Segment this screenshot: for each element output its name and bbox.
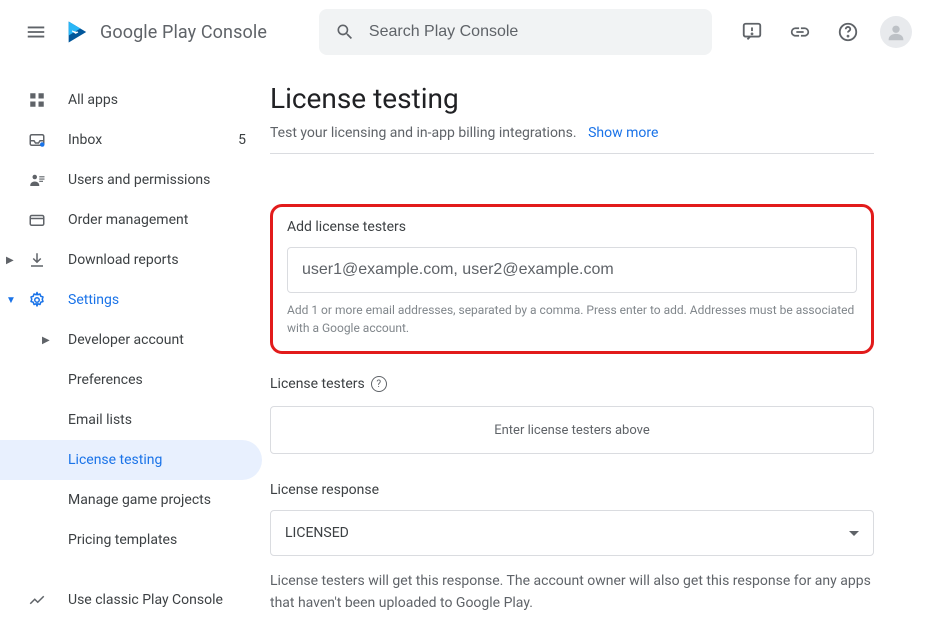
avatar-icon (880, 16, 912, 48)
license-response-label: License response (270, 482, 874, 498)
sidebar: All apps Inbox 5 Users and permissions O… (0, 64, 270, 620)
sidebar-item-label: Inbox (68, 132, 238, 148)
top-bar: Google Play Console (0, 0, 932, 64)
apps-icon (28, 91, 52, 109)
play-console-logo-icon (64, 18, 92, 46)
sidebar-sub-pricing-templates[interactable]: Pricing templates (0, 520, 270, 560)
sidebar-sub-label: Pricing templates (68, 532, 177, 548)
sidebar-sub-label: License testing (68, 452, 162, 468)
help-button[interactable] (828, 12, 868, 52)
sidebar-item-label: Use classic Play Console (68, 592, 254, 608)
sidebar-item-users[interactable]: Users and permissions (0, 160, 270, 200)
license-testers-label: License testers ? (270, 376, 874, 392)
sidebar-item-inbox[interactable]: Inbox 5 (0, 120, 270, 160)
search-icon (335, 21, 355, 43)
sidebar-item-classic[interactable]: Use classic Play Console (0, 580, 270, 620)
users-icon (28, 171, 52, 189)
sidebar-item-label: Settings (68, 292, 254, 308)
announcement-button[interactable] (732, 12, 772, 52)
page-description: Test your licensing and in-app billing i… (270, 125, 874, 141)
chevron-right-icon: ▶ (6, 255, 14, 266)
sidebar-item-settings[interactable]: ▼ Settings (0, 280, 270, 320)
page-title: License testing (270, 82, 874, 115)
announcement-icon (741, 21, 763, 43)
link-icon (789, 21, 811, 43)
logo[interactable]: Google Play Console (64, 18, 267, 46)
inbox-badge: 5 (238, 132, 246, 148)
logo-text: Google Play Console (100, 22, 267, 43)
credit-card-icon (28, 211, 52, 229)
add-testers-input[interactable] (287, 247, 857, 293)
sidebar-item-label: All apps (68, 92, 254, 108)
license-response-help: License testers will get this response. … (270, 570, 874, 615)
sidebar-item-label: Download reports (68, 252, 254, 268)
sidebar-sub-label: Preferences (68, 372, 143, 388)
top-actions (732, 12, 916, 52)
download-icon (28, 251, 52, 269)
sidebar-item-downloads[interactable]: ▶ Download reports (0, 240, 270, 280)
chevron-down-icon (849, 531, 859, 536)
help-icon (837, 21, 859, 43)
main-content: License testing Test your licensing and … (270, 64, 890, 620)
add-testers-label: Add license testers (287, 219, 857, 235)
sidebar-item-label: Order management (68, 212, 254, 228)
show-more-link[interactable]: Show more (588, 125, 658, 141)
sidebar-sub-preferences[interactable]: Preferences (0, 360, 270, 400)
inbox-icon (28, 131, 52, 149)
sidebar-item-orders[interactable]: Order management (0, 200, 270, 240)
gear-icon (28, 291, 52, 309)
sidebar-sub-label: Developer account (68, 332, 184, 348)
divider (270, 153, 874, 154)
chevron-down-icon: ▼ (6, 295, 16, 306)
link-button[interactable] (780, 12, 820, 52)
analytics-icon (28, 591, 52, 609)
search-bar[interactable] (319, 9, 712, 55)
add-testers-section: Add license testers Add 1 or more email … (270, 204, 874, 354)
sidebar-sub-label: Email lists (68, 412, 132, 428)
chevron-right-icon: ▶ (42, 335, 50, 346)
license-response-value: LICENSED (285, 525, 349, 541)
sidebar-sub-label: Manage game projects (68, 492, 211, 508)
menu-button[interactable] (16, 12, 56, 52)
sidebar-item-all-apps[interactable]: All apps (0, 80, 270, 120)
license-response-select[interactable]: LICENSED (270, 510, 874, 556)
sidebar-sub-game-projects[interactable]: Manage game projects (0, 480, 270, 520)
search-input[interactable] (369, 23, 696, 41)
add-testers-help: Add 1 or more email addresses, separated… (287, 301, 857, 337)
sidebar-sub-developer-account[interactable]: ▶ Developer account (0, 320, 270, 360)
sidebar-sub-license-testing[interactable]: License testing (0, 440, 262, 480)
sidebar-sub-email-lists[interactable]: Email lists (0, 400, 270, 440)
help-circle-icon[interactable]: ? (371, 376, 387, 392)
license-testers-empty: Enter license testers above (270, 406, 874, 454)
sidebar-item-label: Users and permissions (68, 172, 254, 188)
hamburger-icon (25, 21, 47, 43)
account-button[interactable] (876, 12, 916, 52)
